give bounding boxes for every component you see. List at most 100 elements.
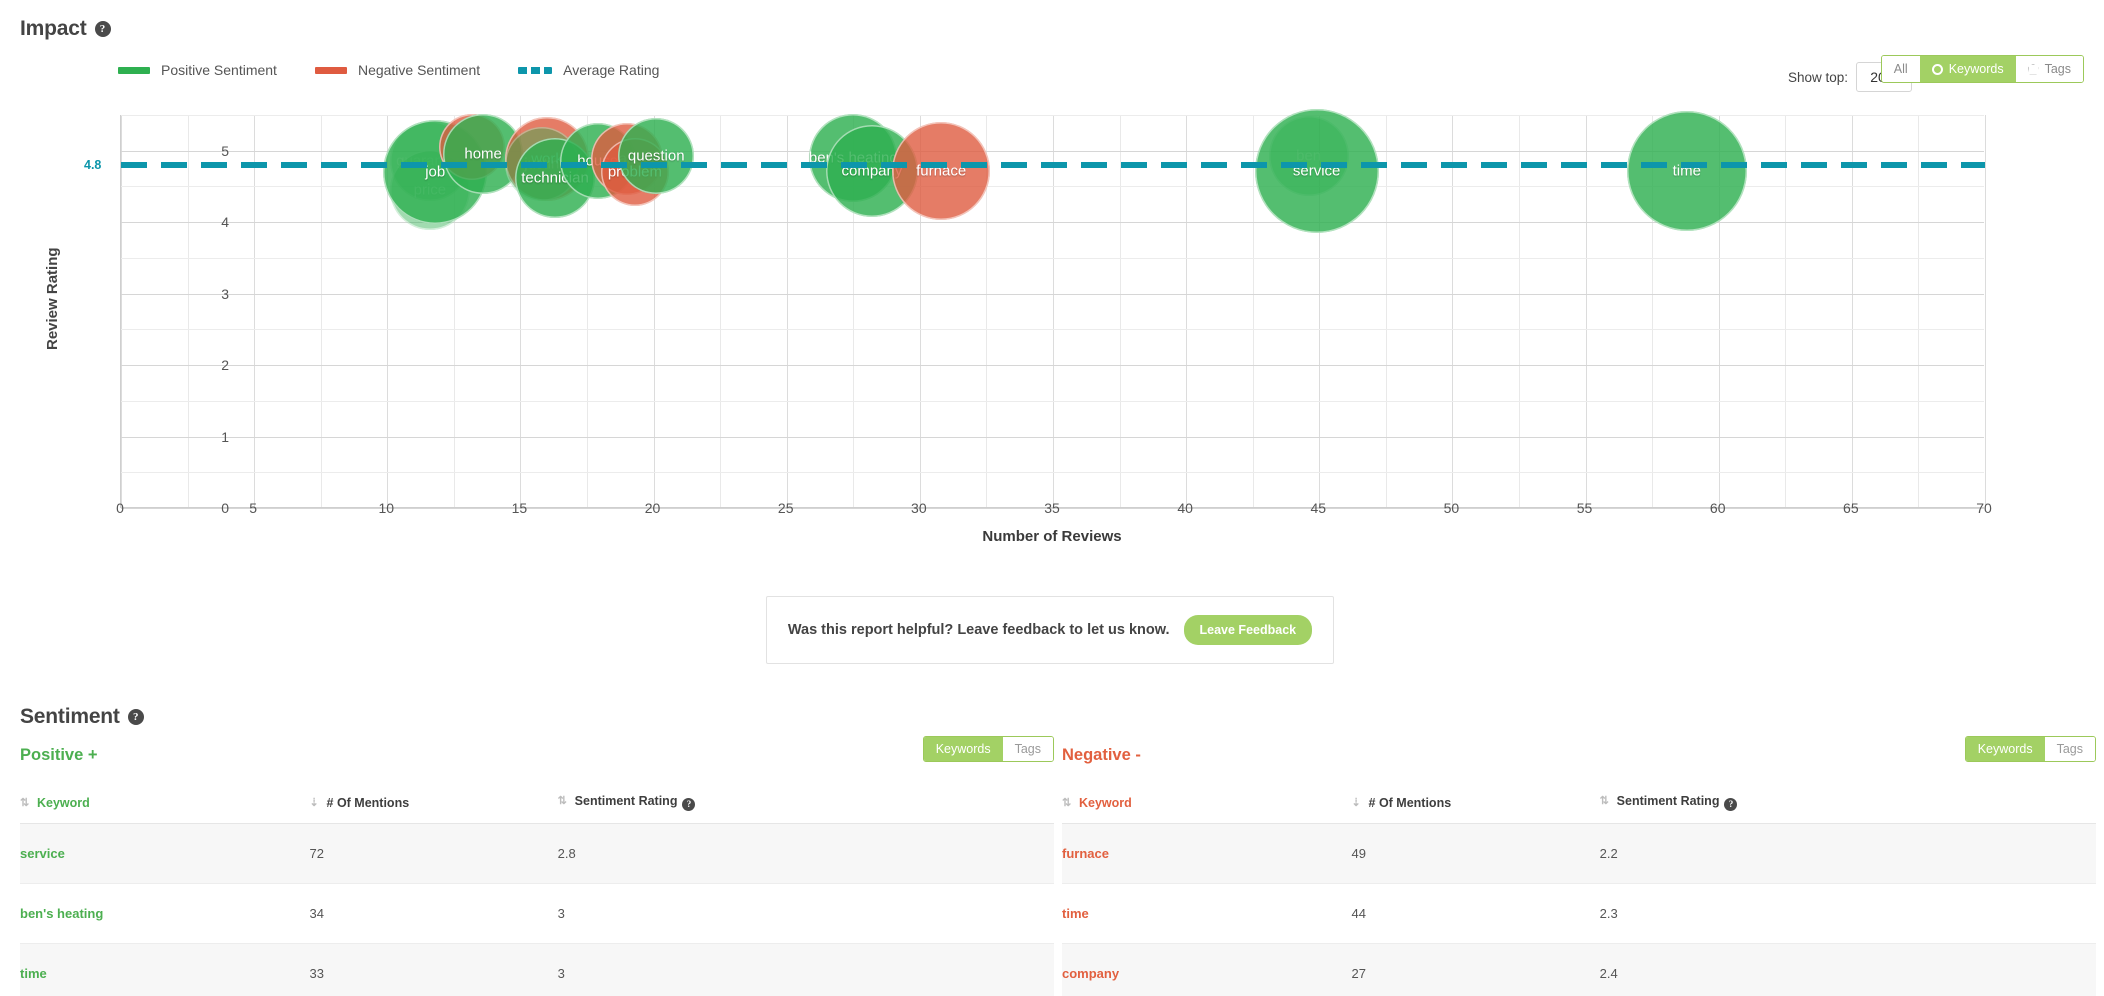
gridline-vertical — [1053, 115, 1054, 507]
chart-plot-area[interactable]: guaranteepricejobhomeworkjustintechnicia… — [120, 108, 1986, 509]
table-row[interactable]: ben's heating 34 3 — [20, 883, 1054, 944]
gridline-horizontal — [121, 329, 1984, 331]
x-axis-tick: 20 — [644, 500, 661, 516]
gridline-vertical — [121, 115, 122, 507]
table-row[interactable]: time 44 2.3 — [1062, 883, 2096, 944]
positive-table-body: service 72 2.8 ben's heating 34 3 time 33 3 — [20, 823, 1054, 996]
gridline-horizontal — [121, 257, 1984, 259]
x-axis-tick: 0 — [116, 500, 124, 516]
cell-keyword: furnace — [1062, 823, 1352, 884]
report-page: Impact ? Positive Sentiment Negative Sen… — [0, 0, 2104, 996]
legend-swatch-negative — [314, 66, 347, 74]
y-axis-tick: 4 — [221, 214, 229, 231]
positive-keywords-tags-toggle[interactable]: Keywords Tags — [922, 736, 1054, 762]
cell-keyword: ben's heating — [20, 883, 310, 944]
table-row[interactable]: service 72 2.8 — [20, 823, 1054, 884]
table-row[interactable]: furnace 49 2.2 — [1062, 823, 2096, 884]
y-axis-tick: 2 — [221, 357, 229, 374]
show-top-label: Show top: — [1787, 69, 1848, 85]
x-axis-tick: 15 — [511, 500, 528, 516]
positive-panel-topbar: Positive + Keywords Tags — [20, 736, 1054, 774]
gridline-horizontal — [121, 472, 1984, 474]
x-axis-tick: 60 — [1709, 500, 1726, 516]
col-header-mentions-label: # Of Mentions — [1368, 795, 1452, 810]
chart-bubble[interactable]: furnace — [892, 121, 991, 220]
y-axis-tick: 3 — [221, 285, 229, 302]
sort-desc-icon[interactable]: ⇣ — [310, 796, 320, 809]
average-rating-line — [121, 162, 1985, 169]
cell-rating: 2.4 — [1599, 943, 2096, 996]
gridline-vertical — [254, 115, 256, 507]
positive-toggle-tags[interactable]: Tags — [1002, 737, 1053, 761]
sort-icon[interactable]: ⇅ — [20, 796, 30, 809]
y-axis-tick: 1 — [221, 428, 229, 445]
gridline-horizontal — [121, 436, 1984, 438]
cell-rating: 3 — [557, 883, 1054, 944]
x-axis-tick: 10 — [378, 500, 395, 516]
col-header-keyword[interactable]: ⇅ Keyword — [1062, 784, 1352, 824]
sort-icon[interactable]: ⇅ — [1062, 796, 1072, 809]
circle-icon — [1931, 63, 1943, 75]
x-axis-tick: 50 — [1443, 500, 1460, 516]
col-header-mentions[interactable]: ⇣ # Of Mentions — [309, 784, 558, 824]
gridline-vertical — [1985, 115, 1986, 507]
negative-keywords-tags-toggle[interactable]: Keywords Tags — [1964, 736, 2096, 762]
cell-keyword: time — [20, 943, 310, 996]
feedback-text: Was this report helpful? Leave feedback … — [787, 622, 1170, 638]
sentiment-header: Sentiment ? — [20, 705, 144, 729]
gridline-vertical — [786, 115, 788, 507]
view-toggle-all[interactable]: All — [1881, 56, 1920, 82]
col-header-mentions[interactable]: ⇣ # Of Mentions — [1351, 784, 1600, 824]
y-axis-tick: 5 — [221, 142, 229, 159]
table-row[interactable]: company 27 2.4 — [1062, 943, 2096, 996]
legend-item-negative: Negative Sentiment — [314, 62, 481, 78]
gridline-vertical — [320, 115, 322, 507]
legend-item-positive: Positive Sentiment — [118, 62, 277, 78]
table-header-row: ⇅ Keyword ⇣ # Of Mentions ⇅ Sentiment Ratin… — [20, 784, 1054, 824]
gridline-vertical — [1519, 115, 1520, 507]
x-axis-tick: 25 — [777, 500, 794, 516]
view-toggle-keywords[interactable]: Keywords — [1919, 56, 2016, 82]
x-axis-tick: 65 — [1843, 500, 1859, 516]
x-axis-tick: 45 — [1310, 500, 1327, 516]
view-toggle[interactable]: All Keywords Tags — [1880, 55, 2084, 83]
col-header-rating[interactable]: ⇅ Sentiment Rating? — [557, 784, 1054, 824]
help-icon[interactable]: ? — [1724, 798, 1738, 811]
view-toggle-tags[interactable]: Tags — [2015, 56, 2083, 82]
col-header-keyword-label: Keyword — [1079, 795, 1132, 810]
view-toggle-keywords-label: Keywords — [1948, 62, 2004, 76]
x-axis-tick: 70 — [1976, 500, 1992, 516]
view-toggle-tags-label: Tags — [2044, 62, 2071, 76]
col-header-rating-label: Sentiment Rating — [574, 794, 678, 808]
gridline-horizontal — [121, 365, 1984, 367]
x-axis-tick: 40 — [1177, 500, 1193, 516]
sort-desc-icon[interactable]: ⇣ — [1352, 796, 1362, 809]
sort-icon[interactable]: ⇅ — [1600, 794, 1610, 807]
legend-label-negative: Negative Sentiment — [357, 62, 481, 78]
chart-bubble[interactable]: service — [1254, 108, 1379, 233]
table-row[interactable]: time 33 3 — [20, 943, 1054, 996]
positive-toggle-keywords[interactable]: Keywords — [923, 737, 1003, 761]
cell-rating: 2.2 — [1599, 823, 2096, 884]
negative-toggle-keywords[interactable]: Keywords — [1965, 737, 2045, 761]
gridline-horizontal — [121, 293, 1984, 295]
x-axis-tick: 30 — [911, 500, 927, 516]
help-icon[interactable]: ? — [94, 21, 111, 37]
chart-bubble[interactable]: question — [618, 117, 695, 194]
leave-feedback-button[interactable]: Leave Feedback — [1183, 615, 1313, 645]
help-icon[interactable]: ? — [682, 798, 696, 811]
sort-icon[interactable]: ⇅ — [558, 794, 568, 807]
col-header-rating[interactable]: ⇅ Sentiment Rating? — [1599, 784, 2096, 824]
negative-toggle-tags[interactable]: Tags — [2044, 737, 2095, 761]
chart-bubble-label: home — [464, 145, 502, 163]
col-header-rating-label: Sentiment Rating — [1616, 794, 1720, 808]
gridline-vertical — [1785, 115, 1787, 507]
chart-bubble[interactable]: time — [1626, 110, 1747, 231]
help-icon[interactable]: ? — [127, 709, 144, 725]
gridline-vertical — [720, 115, 722, 507]
y-axis-title: Review Rating — [44, 247, 61, 350]
x-axis-tick: 55 — [1576, 500, 1593, 516]
col-header-keyword[interactable]: ⇅ Keyword — [20, 784, 310, 824]
cell-keyword: service — [20, 823, 310, 884]
average-rating-label: 4.8 — [84, 158, 102, 173]
